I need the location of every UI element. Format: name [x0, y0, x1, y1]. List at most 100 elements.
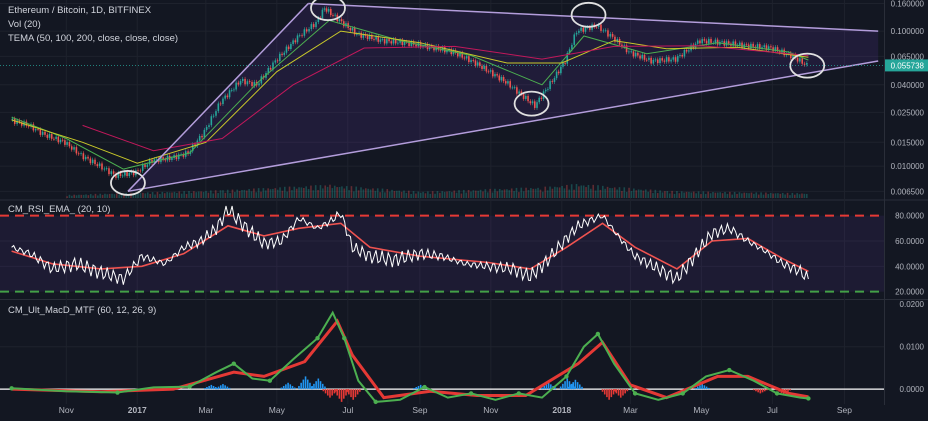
macd-histogram-bar — [226, 386, 229, 390]
macd-histogram-bar — [581, 386, 583, 390]
macd-histogram-bar — [289, 384, 292, 390]
candle-body — [602, 30, 605, 32]
candle-body — [94, 159, 96, 165]
candle-body — [323, 8, 326, 10]
candle-body — [643, 54, 646, 60]
macd-cross-dot — [632, 391, 638, 396]
candle-body — [105, 168, 108, 170]
candle-body — [210, 116, 213, 126]
volume-bar — [89, 194, 92, 198]
macd-histogram-bar — [622, 389, 624, 396]
candle-body — [668, 57, 670, 62]
volume-bar — [139, 193, 142, 198]
volume-bar — [388, 191, 391, 198]
volume-bar — [446, 191, 448, 198]
candle-body — [146, 164, 149, 168]
candle-body — [485, 65, 488, 72]
rsi-tick-label: 20.0000 — [895, 288, 924, 297]
candle-body — [803, 63, 806, 65]
candle-body — [285, 46, 288, 53]
volume-bar — [403, 190, 405, 198]
volume-bar — [592, 184, 595, 198]
macd-histogram-bar — [300, 382, 302, 390]
volume-bar — [801, 193, 803, 198]
candle-body — [377, 36, 380, 42]
volume-bar — [281, 190, 284, 198]
candle-body — [516, 87, 518, 94]
macd-histogram-bar — [206, 387, 208, 390]
macd-histogram-bar — [348, 389, 350, 395]
chart-svg[interactable]: Nov 2017 Mar May Jul Sep Nov 2018 Mar May Jul Sep 0.… — [0, 0, 928, 416]
candle-body — [235, 82, 237, 90]
candle-body — [340, 19, 343, 22]
candle-body — [474, 60, 477, 66]
volume-bar — [348, 190, 350, 198]
volume-bar — [436, 191, 439, 198]
candle-body — [251, 81, 253, 87]
candle-body — [126, 171, 128, 177]
candle-body — [46, 134, 49, 138]
volume-bar — [522, 191, 525, 198]
volume-bar — [439, 192, 441, 198]
macd-histogram-bar — [759, 389, 762, 394]
candle-body — [688, 50, 690, 52]
macd-histogram-bar — [315, 381, 317, 390]
candle-body — [208, 125, 210, 128]
candle-body — [410, 41, 413, 47]
candle-body — [325, 8, 328, 12]
volume-bar — [527, 190, 530, 198]
macd-histogram-bar — [752, 389, 755, 391]
macd-histogram-bar — [326, 389, 329, 396]
volume-bar — [590, 188, 592, 198]
rsi-tick-label: 60.0000 — [895, 237, 924, 246]
macd-cross-dot — [727, 367, 732, 373]
candle-body — [483, 65, 485, 69]
volume-bar — [319, 185, 322, 198]
volume-bar — [241, 189, 243, 198]
candle-body — [663, 60, 666, 62]
macd-histogram-bar — [212, 385, 215, 390]
volume-bar — [712, 192, 714, 198]
volume-bar — [106, 194, 109, 198]
volume-bar — [396, 190, 398, 198]
candle-body — [89, 158, 92, 164]
volume-bar — [704, 193, 707, 198]
volume-bar — [267, 188, 269, 198]
volume-bar — [724, 191, 726, 198]
volume-bar — [274, 188, 277, 198]
volume-bar — [391, 189, 393, 198]
candle-body — [513, 87, 516, 89]
volume-bar — [700, 194, 702, 198]
volume-bar — [372, 188, 374, 198]
macd-histogram-bar — [313, 383, 315, 390]
candle-body — [562, 62, 564, 67]
volume-bar — [222, 190, 224, 198]
candle-body — [34, 129, 37, 131]
candle-body — [373, 39, 375, 40]
volume-bar — [257, 188, 260, 198]
volume-bar — [637, 189, 640, 198]
macd-histogram-bar — [324, 389, 327, 394]
macd-histogram-bar — [570, 384, 572, 390]
candle-body — [544, 89, 547, 92]
volume-bar — [513, 191, 515, 198]
macd-histogram-bar — [310, 386, 313, 390]
macd-histogram-bar — [285, 384, 287, 390]
candle-body — [98, 163, 101, 167]
candle-body — [714, 39, 717, 43]
volume-bar — [635, 190, 638, 198]
main-title: Ethereum / Bitcoin, 1D, BITFINEX — [8, 5, 152, 16]
candle-body — [741, 42, 743, 48]
candle-body — [230, 90, 233, 91]
volume-bar — [362, 189, 365, 198]
volume-bar — [453, 190, 456, 198]
candle-body — [80, 153, 82, 155]
volume-bar — [573, 189, 575, 198]
volume-bar — [97, 195, 99, 198]
volume-bar — [798, 194, 801, 198]
volume-bar — [702, 191, 705, 198]
volume-bar — [154, 194, 156, 198]
volume-bar — [412, 191, 415, 198]
candle-body — [637, 52, 639, 56]
volume-bar — [568, 189, 571, 198]
